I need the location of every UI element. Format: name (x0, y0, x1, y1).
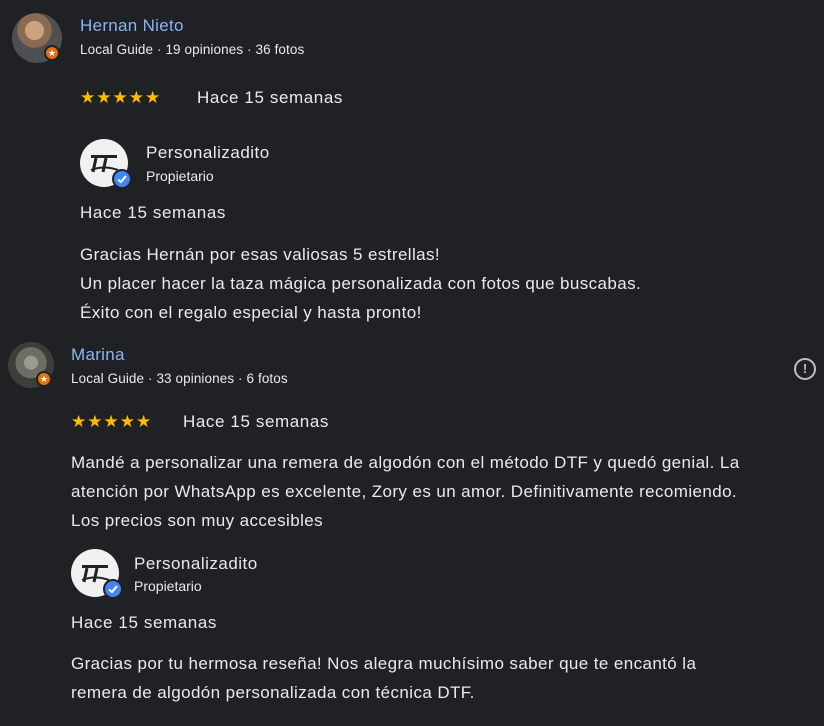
owner-name: Personalizadito (134, 554, 258, 573)
owner-logo (71, 549, 123, 599)
verified-check-icon (103, 579, 123, 599)
owner-role: Propietario (134, 578, 202, 594)
reviewer-name[interactable]: Marina (71, 345, 125, 365)
review-time: Hace 15 semanas (183, 412, 330, 431)
reviewer-meta: Local Guide · 19 opiniones · 36 fotos (80, 42, 305, 57)
reply-text: Gracias por tu hermosa reseña! Nos alegr… (71, 654, 697, 702)
report-flag-icon[interactable]: ! (794, 358, 816, 380)
local-guide-badge-icon: ★ (44, 45, 60, 61)
review-time: Hace 15 semanas (197, 88, 344, 107)
reply-time: Hace 15 semanas (80, 203, 227, 222)
reviewer-meta: Local Guide · 33 opiniones · 6 fotos (71, 371, 288, 386)
review-card: ★ Marina Local Guide · 33 opiniones · 6 … (0, 330, 824, 726)
rating-stars: ★★★★★ (80, 88, 162, 107)
review-card: ★ Hernan Nieto Local Guide · 19 opinione… (0, 0, 824, 330)
rating-stars: ★★★★★ (71, 412, 153, 431)
reply-time: Hace 15 semanas (71, 613, 218, 632)
reviewer-name[interactable]: Hernan Nieto (80, 16, 184, 36)
local-guide-badge-icon: ★ (36, 371, 52, 387)
verified-check-icon (112, 169, 132, 189)
owner-logo (80, 139, 132, 189)
review-text: Mandé a personalizar una remera de algod… (71, 453, 740, 530)
reply-text: Gracias Hernán por esas valiosas 5 estre… (80, 245, 642, 322)
owner-role: Propietario (146, 168, 214, 184)
owner-name: Personalizadito (146, 143, 270, 162)
